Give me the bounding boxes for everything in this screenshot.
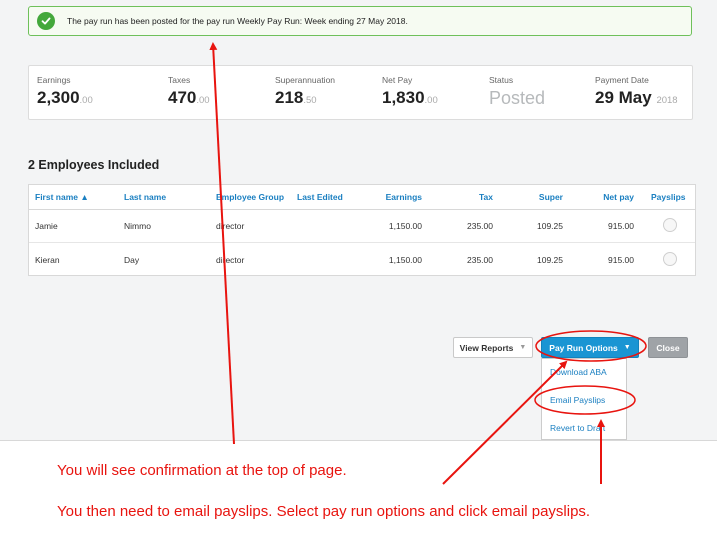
employees-heading: 2 Employees Included bbox=[28, 158, 160, 172]
column-earnings[interactable]: Earnings bbox=[365, 192, 422, 202]
column-first-name[interactable]: First name ▲ bbox=[35, 192, 89, 202]
column-payslips[interactable]: Payslips bbox=[651, 192, 686, 202]
payment-date-label: Payment Date bbox=[595, 75, 649, 85]
earnings-stat: Earnings 2,300.00 bbox=[37, 75, 93, 108]
net-pay-stat: Net Pay 1,830.00 bbox=[382, 75, 438, 108]
cell-tax: 235.00 bbox=[467, 221, 493, 231]
payslip-toggle[interactable] bbox=[663, 218, 677, 232]
taxes-value: 470.00 bbox=[168, 88, 210, 107]
column-last-name[interactable]: Last name bbox=[124, 192, 166, 202]
cell-earnings: 1,150.00 bbox=[388, 255, 422, 265]
status-label: Status bbox=[489, 75, 514, 85]
instruction-text-1: You will see confirmation at the top of … bbox=[57, 462, 347, 479]
column-net-pay[interactable]: Net pay bbox=[573, 192, 634, 202]
table-row[interactable]: Jamie Nimmo director 1,150.00 235.00 109… bbox=[29, 209, 695, 242]
payment-date-value: 29 May 2018 bbox=[595, 88, 678, 107]
instructions-area bbox=[0, 440, 717, 542]
taxes-stat: Taxes 470.00 bbox=[168, 75, 210, 108]
cell-employee-group: director bbox=[216, 221, 245, 231]
taxes-label: Taxes bbox=[168, 75, 191, 85]
view-reports-button[interactable]: View Reports ▼ bbox=[453, 337, 533, 358]
instruction-text-2: You then need to email payslips. Select … bbox=[57, 503, 591, 520]
table-header: First name ▲ Last name Employee Group La… bbox=[29, 185, 695, 210]
cell-first-name: Jamie bbox=[35, 221, 58, 231]
superannuation-stat: Superannuation 218.50 bbox=[275, 75, 335, 108]
column-employee-group[interactable]: Employee Group bbox=[216, 192, 284, 202]
cell-tax: 235.00 bbox=[467, 255, 493, 265]
pay-run-options-menu: Download ABA Email Payslips Revert to Dr… bbox=[541, 358, 627, 440]
pay-run-page: The pay run has been posted for the pay … bbox=[0, 0, 717, 440]
column-last-edited[interactable]: Last Edited bbox=[297, 192, 343, 202]
table-row[interactable]: Kieran Day director 1,150.00 235.00 109.… bbox=[29, 242, 695, 276]
menu-item-email-payslips[interactable]: Email Payslips bbox=[550, 395, 605, 405]
pay-run-summary: Earnings 2,300.00 Taxes 470.00 Superannu… bbox=[28, 65, 693, 120]
cell-super: 109.25 bbox=[537, 221, 563, 231]
payslip-toggle[interactable] bbox=[663, 252, 677, 266]
status-value: Posted bbox=[489, 88, 546, 108]
cell-earnings: 1,150.00 bbox=[388, 221, 422, 231]
superannuation-label: Superannuation bbox=[275, 75, 336, 85]
cell-employee-group: director bbox=[216, 255, 245, 265]
success-banner: The pay run has been posted for the pay … bbox=[28, 6, 692, 36]
payment-date-stat: Payment Date 29 May 2018 bbox=[595, 75, 678, 108]
cell-super: 109.25 bbox=[537, 255, 563, 265]
menu-item-download-aba[interactable]: Download ABA bbox=[550, 367, 607, 377]
net-pay-value: 1,830.00 bbox=[382, 88, 438, 107]
cell-net-pay: 915.00 bbox=[608, 255, 634, 265]
caret-down-icon: ▼ bbox=[519, 344, 527, 351]
net-pay-label: Net Pay bbox=[382, 75, 413, 85]
cell-last-name: Nimmo bbox=[124, 221, 151, 231]
status-stat: Status Posted bbox=[489, 75, 545, 109]
column-super[interactable]: Super bbox=[503, 192, 563, 202]
pay-run-options-button[interactable]: Pay Run Options ▼ bbox=[541, 337, 639, 358]
earnings-label: Earnings bbox=[37, 75, 71, 85]
earnings-value: 2,300.00 bbox=[37, 88, 93, 107]
caret-down-icon: ▼ bbox=[623, 344, 631, 351]
banner-message: The pay run has been posted for the pay … bbox=[67, 16, 408, 26]
close-button[interactable]: Close bbox=[648, 337, 688, 358]
cell-first-name: Kieran bbox=[35, 255, 60, 265]
cell-net-pay: 915.00 bbox=[608, 221, 634, 231]
checkmark-icon bbox=[37, 12, 55, 30]
superannuation-value: 218.50 bbox=[275, 88, 317, 107]
cell-last-name: Day bbox=[124, 255, 140, 265]
column-tax[interactable]: Tax bbox=[433, 192, 493, 202]
menu-item-revert-to-draft[interactable]: Revert to Draft bbox=[550, 423, 605, 433]
employees-table: First name ▲ Last name Employee Group La… bbox=[28, 184, 696, 276]
